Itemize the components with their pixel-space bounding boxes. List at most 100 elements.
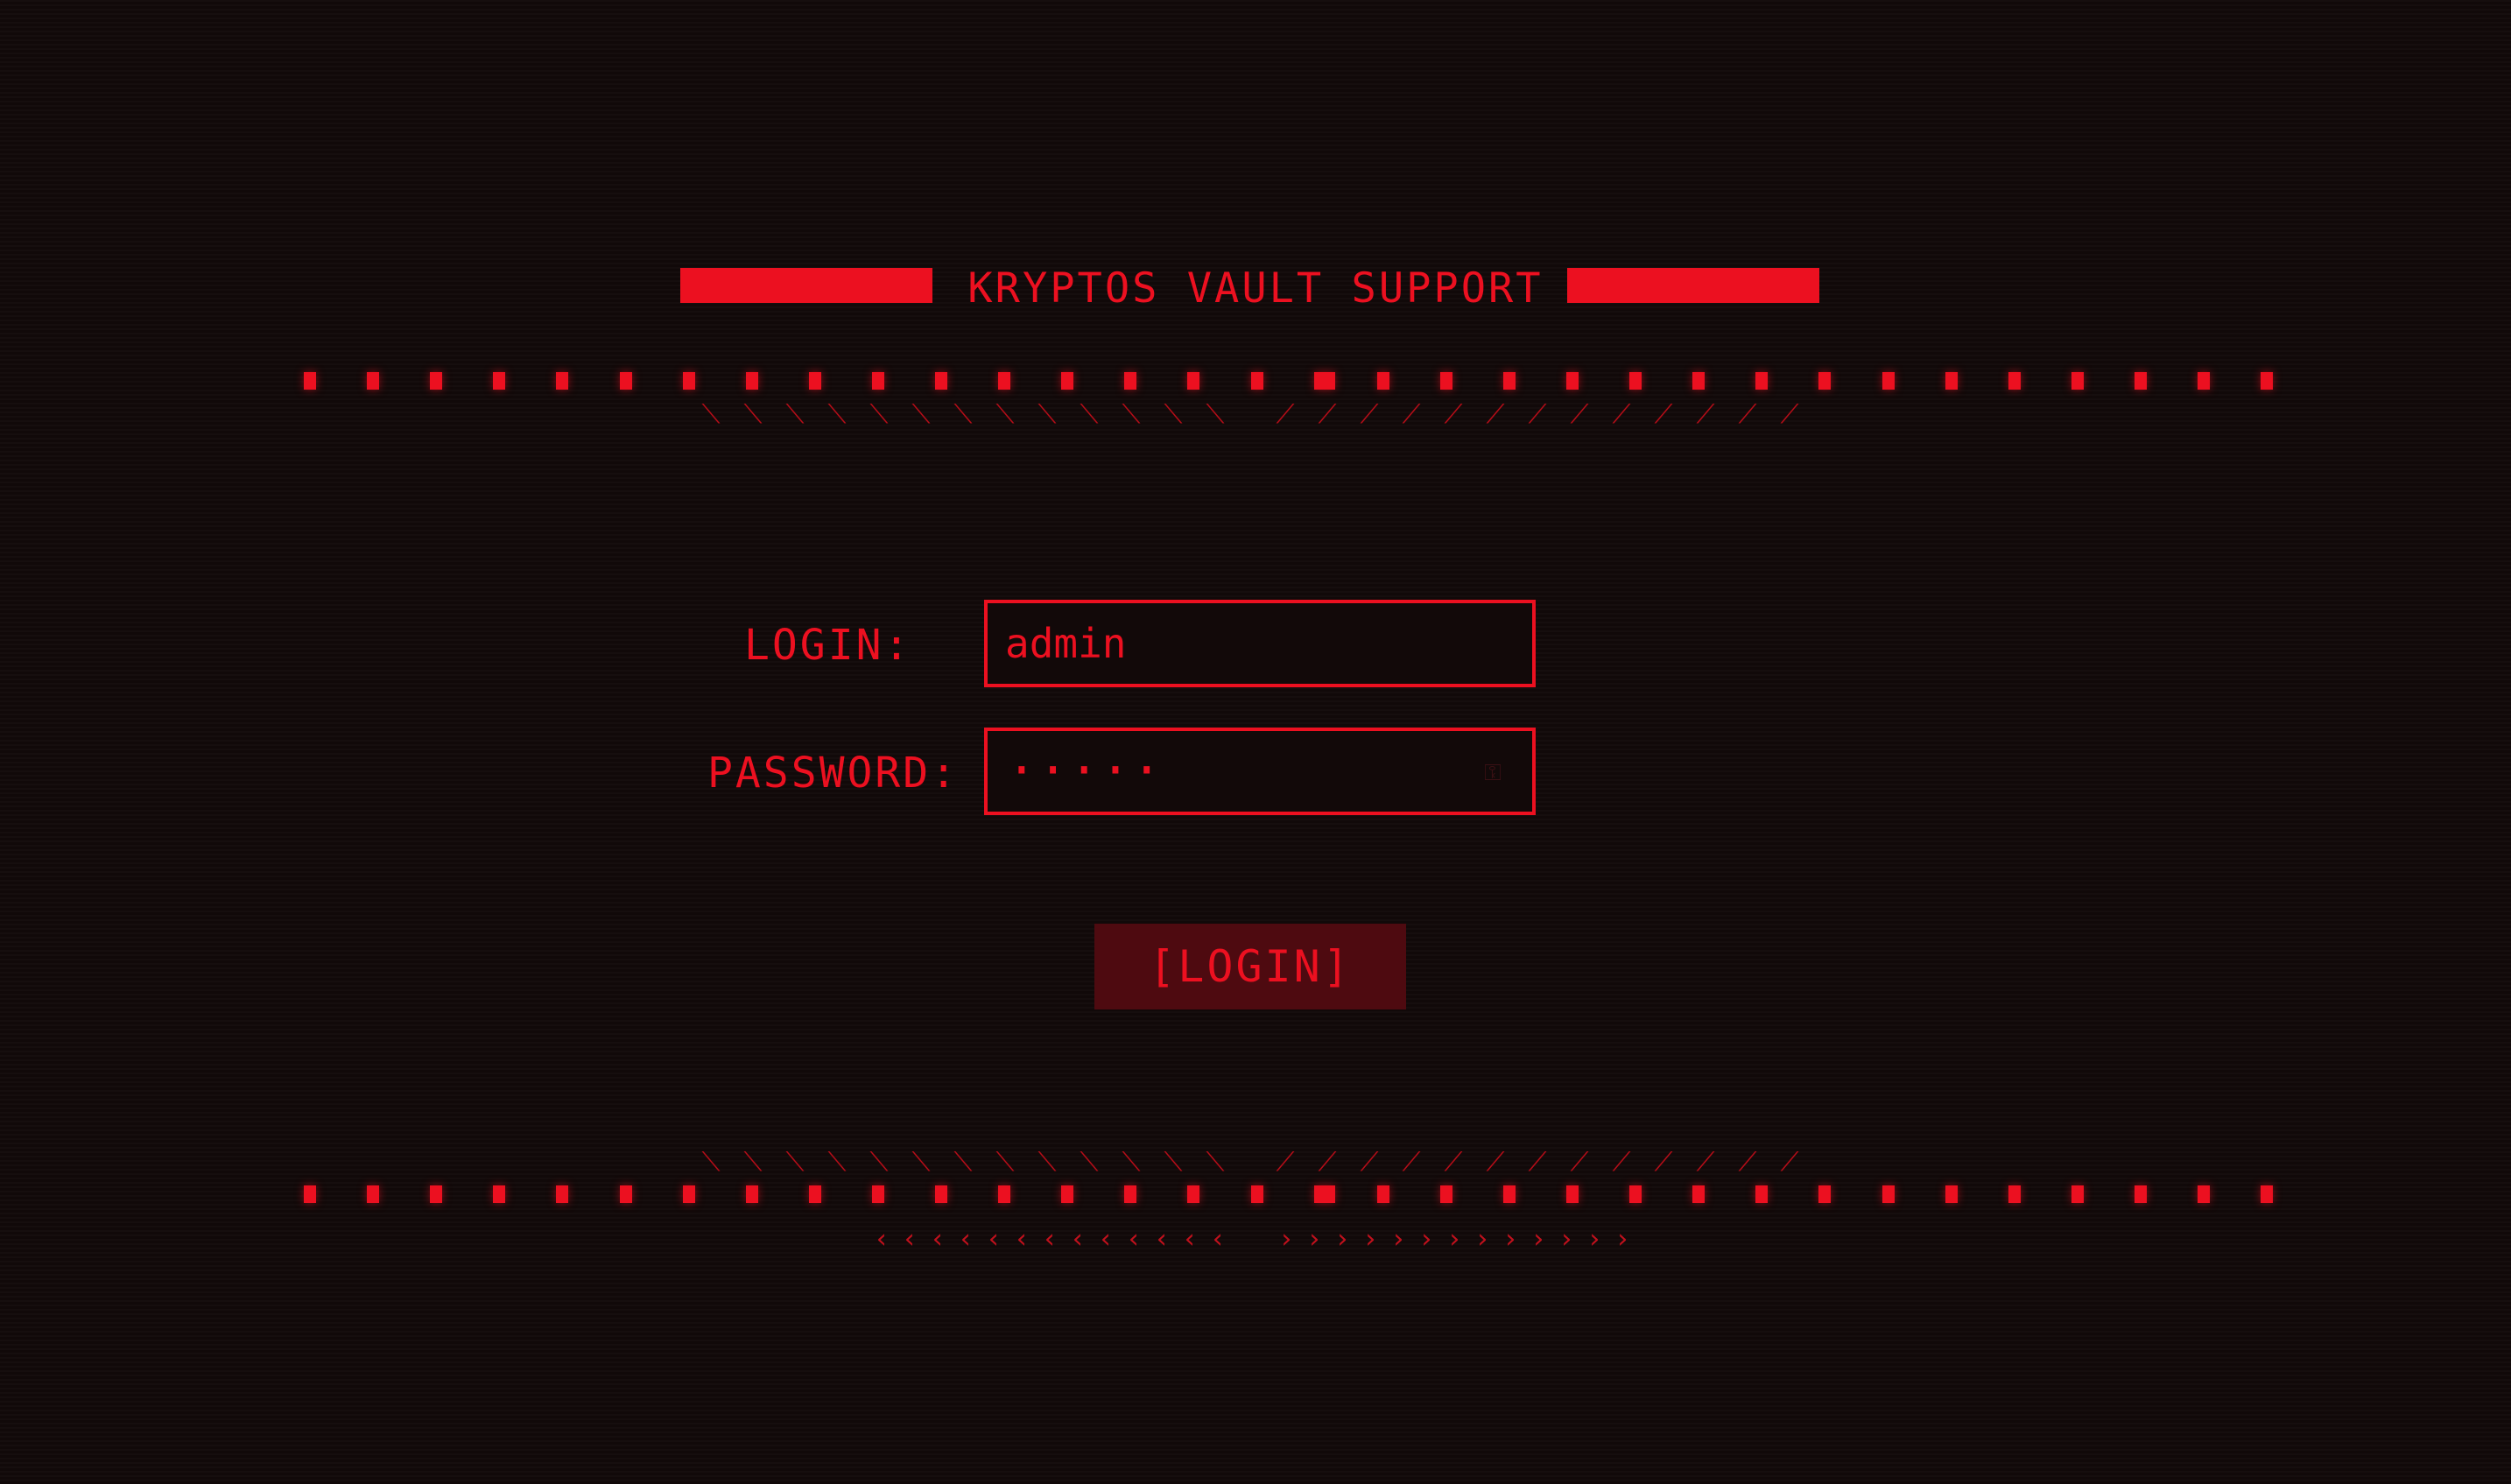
slash-mark: ⟋ (1654, 399, 1673, 430)
divider-dot (493, 1185, 505, 1203)
chevron-right-icon: › (1445, 1224, 1463, 1255)
login-label: LOGIN: (744, 621, 912, 670)
chevron-right-icon: › (1361, 1224, 1379, 1255)
header-bar-right (1567, 268, 1819, 303)
divider-dot (304, 1185, 316, 1203)
chevron-right-icon: › (1586, 1224, 1603, 1255)
chevron-right-icon: › (1474, 1224, 1491, 1255)
divider-dot (809, 1185, 821, 1203)
divider-dot (2135, 1185, 2147, 1203)
password-field-box[interactable]: ····· ⚿ (984, 728, 1536, 815)
divider-dot (1440, 1185, 1452, 1203)
backslash-mark: ⟍ (743, 1147, 763, 1178)
chevron-right-icon: › (1530, 1224, 1547, 1255)
login-input[interactable] (988, 603, 1532, 684)
divider-dot (367, 1185, 379, 1203)
chevron-left-icon: ‹ (901, 1224, 918, 1255)
divider-dot (1882, 372, 1895, 390)
divider-dot (367, 372, 379, 390)
chevron-right-icon: › (1389, 1224, 1407, 1255)
backslash-mark: ⟍ (1037, 399, 1057, 430)
backslash-mark: ⟍ (785, 1147, 805, 1178)
backslash-mark: ⟍ (1037, 1147, 1057, 1178)
divider-dot (1187, 372, 1199, 390)
slash-mark: ⟋ (1570, 1147, 1589, 1178)
divider-dot (2198, 372, 2210, 390)
divider-dot (1124, 1185, 1136, 1203)
slash-mark: ⟋ (1318, 399, 1337, 430)
backslash-mark: ⟍ (827, 1147, 847, 1178)
divider-dot (2135, 372, 2147, 390)
slash-mark: ⟋ (1444, 1147, 1463, 1178)
divider-dot (1818, 372, 1831, 390)
slash-mark: ⟋ (1444, 399, 1463, 430)
chevron-left-icon: ‹ (1069, 1224, 1087, 1255)
divider-dot (1377, 1185, 1389, 1203)
divider-dot (1187, 1185, 1199, 1203)
divider-dot (1503, 372, 1516, 390)
slash-mark: ⟋ (1528, 399, 1547, 430)
divider-dot (1440, 372, 1452, 390)
divider-dot (1377, 372, 1389, 390)
divider-dot (556, 1185, 568, 1203)
divider-dot (872, 1185, 884, 1203)
chevron-left-icon: ‹ (873, 1224, 890, 1255)
login-button[interactable]: [LOGIN] (1094, 924, 1406, 1009)
backslash-mark: ⟍ (1080, 1147, 1099, 1178)
divider-dot (2008, 372, 2021, 390)
chevron-left-icon: ‹ (1125, 1224, 1143, 1255)
divider-dot (935, 1185, 947, 1203)
divider-dot (1945, 372, 1958, 390)
chevron-left-icon: ‹ (1181, 1224, 1199, 1255)
divider-dot (2198, 1185, 2210, 1203)
backslash-mark: ⟍ (869, 1147, 889, 1178)
chevron-left-icon: ‹ (1097, 1224, 1115, 1255)
chevron-left-icon: ‹ (1153, 1224, 1171, 1255)
backslash-mark: ⟍ (911, 1147, 931, 1178)
password-input[interactable]: ····· (1007, 747, 1164, 796)
backslash-mark: ⟍ (995, 1147, 1015, 1178)
bottom-slash-divider: ⟍ ⟋ ⟍ ⟋ ⟍ ⟋ ⟍ ⟋ ⟍ ⟋ ⟍ ⟋ ⟍ ⟋ ⟍ ⟋ ⟍ ⟋ ⟍ ⟋ ⟍ ⟋ ⟍ ⟋ ⟍ ⟋ (0, 1147, 2511, 1178)
divider-dot (1251, 372, 1263, 390)
divider-dot (683, 1185, 695, 1203)
backslash-mark: ⟍ (1122, 399, 1141, 430)
top-dot-divider (0, 372, 2511, 393)
divider-dot (1566, 1185, 1579, 1203)
backslash-mark: ⟍ (1206, 399, 1225, 430)
chevron-left-icon: ‹ (1209, 1224, 1227, 1255)
divider-dot (1314, 372, 1335, 390)
slash-mark: ⟋ (1654, 1147, 1673, 1178)
divider-dot (1629, 1185, 1642, 1203)
chevron-left-icon: ‹ (1041, 1224, 1059, 1255)
divider-dot (2071, 372, 2084, 390)
backslash-mark: ⟍ (953, 1147, 973, 1178)
slash-mark: ⟋ (1360, 399, 1379, 430)
divider-dot (1629, 372, 1642, 390)
slash-mark: ⟋ (1696, 1147, 1715, 1178)
slash-mark: ⟋ (1402, 399, 1421, 430)
backslash-mark: ⟍ (1206, 1147, 1225, 1178)
chevron-left-icon: ‹ (929, 1224, 946, 1255)
divider-dot (430, 1185, 442, 1203)
login-field-box[interactable] (984, 600, 1536, 687)
divider-dot (1061, 372, 1073, 390)
divider-dot (1818, 1185, 1831, 1203)
backslash-mark: ⟍ (701, 1147, 721, 1178)
divider-dot (430, 372, 442, 390)
divider-dot (2261, 1185, 2273, 1203)
chevron-left-icon: ‹ (957, 1224, 974, 1255)
show-password-icon[interactable]: ⚿ (1480, 757, 1506, 789)
bottom-chevron-divider: ‹ › ‹ › ‹ › ‹ › ‹ › ‹ › ‹ › ‹ › ‹ › ‹ › ‹ › ‹ › ‹ › (0, 1224, 2511, 1255)
divider-dot (1692, 372, 1705, 390)
chevron-left-icon: ‹ (985, 1224, 1002, 1255)
divider-dot (746, 372, 758, 390)
divider-dot (998, 1185, 1010, 1203)
slash-mark: ⟋ (1738, 399, 1757, 430)
backslash-mark: ⟍ (785, 399, 805, 430)
divider-dot (1314, 1185, 1335, 1203)
divider-dot (746, 1185, 758, 1203)
backslash-mark: ⟍ (911, 399, 931, 430)
slash-mark: ⟋ (1696, 399, 1715, 430)
divider-dot (1124, 372, 1136, 390)
divider-dot (1566, 372, 1579, 390)
